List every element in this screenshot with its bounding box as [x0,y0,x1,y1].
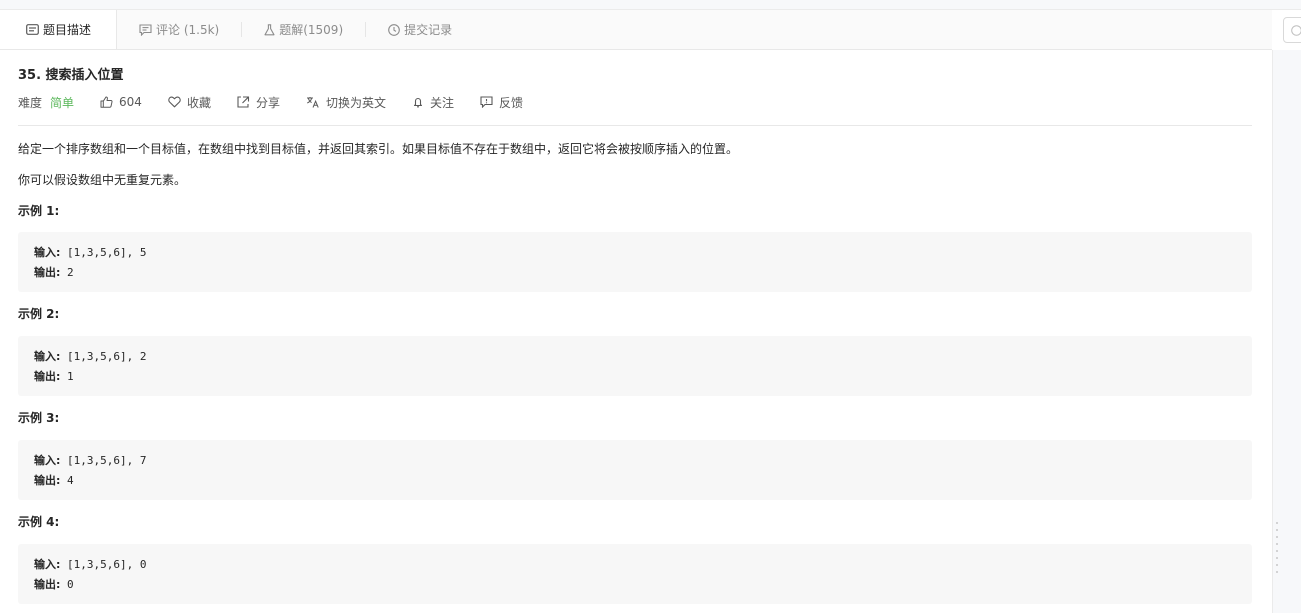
clock-icon [388,23,400,36]
description-paragraph: 给定一个排序数组和一个目标值，在数组中找到目标值，并返回其索引。如果目标值不存在… [18,142,739,156]
feedback-label: 反馈 [499,95,524,110]
bell-icon [413,97,423,108]
example-title: 示例 1: [18,204,60,218]
share-icon [237,96,250,108]
meta-divider [18,125,1252,126]
tab-label: 题目描述 [43,23,92,37]
description-paragraph: 你可以假设数组中无重复元素。 [18,173,187,187]
problem-title: 35. 搜索插入位置 [18,68,124,83]
share-button[interactable]: 分享 [237,94,280,111]
favorite-button[interactable]: 收藏 [168,94,211,111]
input-label: 输入: [34,558,61,571]
output-label: 输出: [34,266,61,279]
example-code-block: 输入: [1,3,5,6], 2 输出: 1 [18,336,1252,396]
example-title: 示例 2: [18,307,60,321]
example-input: [1,3,5,6], 0 [67,558,147,571]
output-label: 输出: [34,474,61,487]
description-icon [26,24,39,35]
top-border [0,0,1301,10]
thumbs-up-icon [100,96,113,108]
tab-solutions[interactable]: 题解(1509) [242,10,365,49]
input-label: 输入: [34,454,61,467]
tab-comments[interactable]: 评论 (1.5k) [117,10,241,49]
flask-icon [264,23,275,36]
comment-icon [139,23,152,36]
follow-label: 关注 [429,95,454,110]
problem-meta-bar: 难度 简单 604 收藏 分享 切换为英文 关注 反馈 [18,94,1252,110]
example-input: [1,3,5,6], 2 [67,350,147,363]
tab-label: 评论 (1.5k) [156,23,220,37]
like-button[interactable]: 604 [100,95,142,109]
example-output: 2 [67,266,74,279]
example-output: 1 [67,370,74,383]
difficulty-badge: 简单 [50,95,75,110]
translate-icon [306,97,319,108]
follow-button[interactable]: 关注 [412,94,454,111]
favorite-label: 收藏 [186,95,211,110]
translate-label: 切换为英文 [325,95,386,110]
example-input: [1,3,5,6], 5 [67,246,147,259]
example-code-block: 输入: [1,3,5,6], 5 输出: 2 [18,232,1252,292]
translate-button[interactable]: 切换为英文 [306,94,386,111]
info-icon [1291,25,1301,36]
example-title: 示例 3: [18,411,60,425]
example-title: 示例 4: [18,515,60,529]
example-code-block: 输入: [1,3,5,6], 0 输出: 0 [18,544,1252,604]
example-output: 0 [67,578,74,591]
input-label: 输入: [34,246,61,259]
difficulty-label: 难度 [18,95,43,110]
input-label: 输入: [34,350,61,363]
tab-label: 提交记录 [404,23,453,37]
heart-icon [168,96,181,108]
share-label: 分享 [255,95,280,110]
info-button[interactable] [1283,17,1301,43]
output-label: 输出: [34,578,61,591]
tab-label: 题解(1509) [279,23,344,37]
example-code-block: 输入: [1,3,5,6], 7 输出: 4 [18,440,1252,500]
like-count: 604 [119,95,142,109]
example-output: 4 [67,474,74,487]
feedback-icon [480,96,493,108]
tab-submissions[interactable]: 提交记录 [366,10,474,49]
resize-handle[interactable] [1276,522,1280,578]
problem-content: 35. 搜索插入位置 难度 简单 604 收藏 分享 切换为英文 关注 反馈 给… [18,50,1252,604]
tab-description[interactable]: 题目描述 [0,10,117,49]
tab-bar: 题目描述 评论 (1.5k) 题解(1509) 提交记录 [0,10,1272,50]
feedback-button[interactable]: 反馈 [480,94,523,111]
output-label: 输出: [34,370,61,383]
example-input: [1,3,5,6], 7 [67,454,147,467]
